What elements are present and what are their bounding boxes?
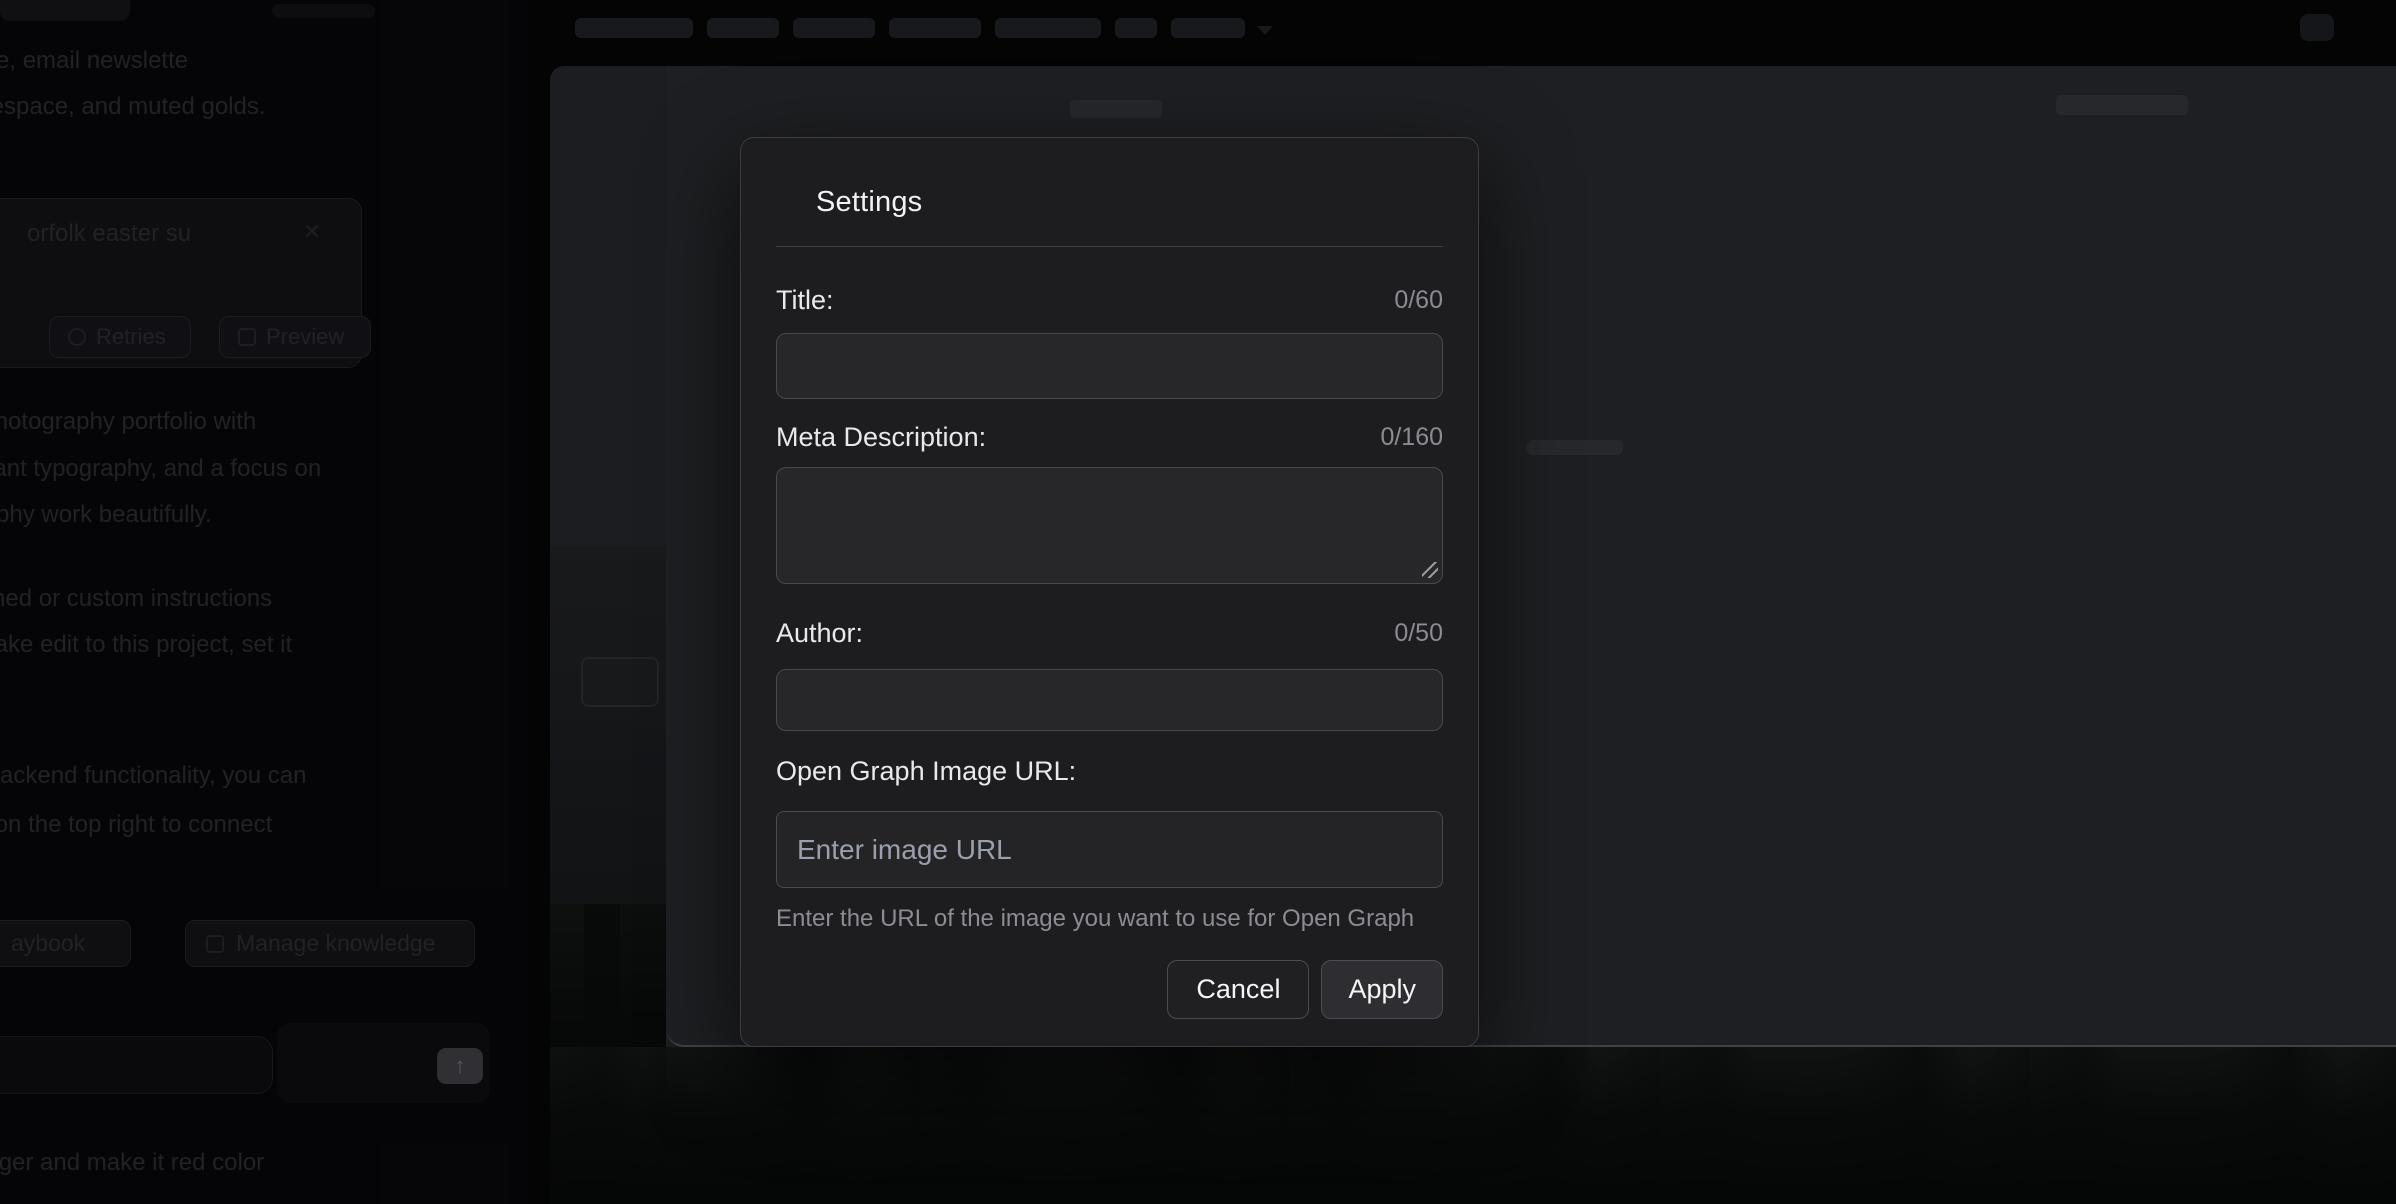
- meta-description-label: Meta Description:: [776, 422, 986, 453]
- meta-label-row: Meta Description: 0/160: [776, 423, 1443, 451]
- author-input[interactable]: [776, 669, 1443, 731]
- modal-title: Settings: [816, 186, 1443, 219]
- title-label-row: Title: 0/60: [776, 286, 1443, 314]
- og-image-url-input[interactable]: [776, 811, 1443, 888]
- author-label: Author:: [776, 618, 863, 649]
- meta-description-counter: 0/160: [1380, 423, 1443, 452]
- modal-button-row: Cancel Apply: [776, 960, 1443, 1019]
- og-image-url-label: Open Graph Image URL:: [776, 756, 1076, 787]
- author-label-row: Author: 0/50: [776, 619, 1443, 647]
- title-input[interactable]: [776, 333, 1443, 399]
- author-counter: 0/50: [1394, 619, 1443, 648]
- apply-button[interactable]: Apply: [1321, 960, 1443, 1019]
- og-image-helper-text: Enter the URL of the image you want to u…: [776, 905, 1443, 933]
- divider: [776, 246, 1443, 247]
- meta-description-textarea[interactable]: [776, 467, 1443, 584]
- cancel-button[interactable]: Cancel: [1167, 960, 1309, 1019]
- title-counter: 0/60: [1394, 286, 1443, 315]
- og-label-row: Open Graph Image URL:: [776, 757, 1443, 785]
- settings-modal: Settings Title: 0/60 Meta Description: 0…: [740, 137, 1479, 1047]
- title-label: Title:: [776, 285, 834, 316]
